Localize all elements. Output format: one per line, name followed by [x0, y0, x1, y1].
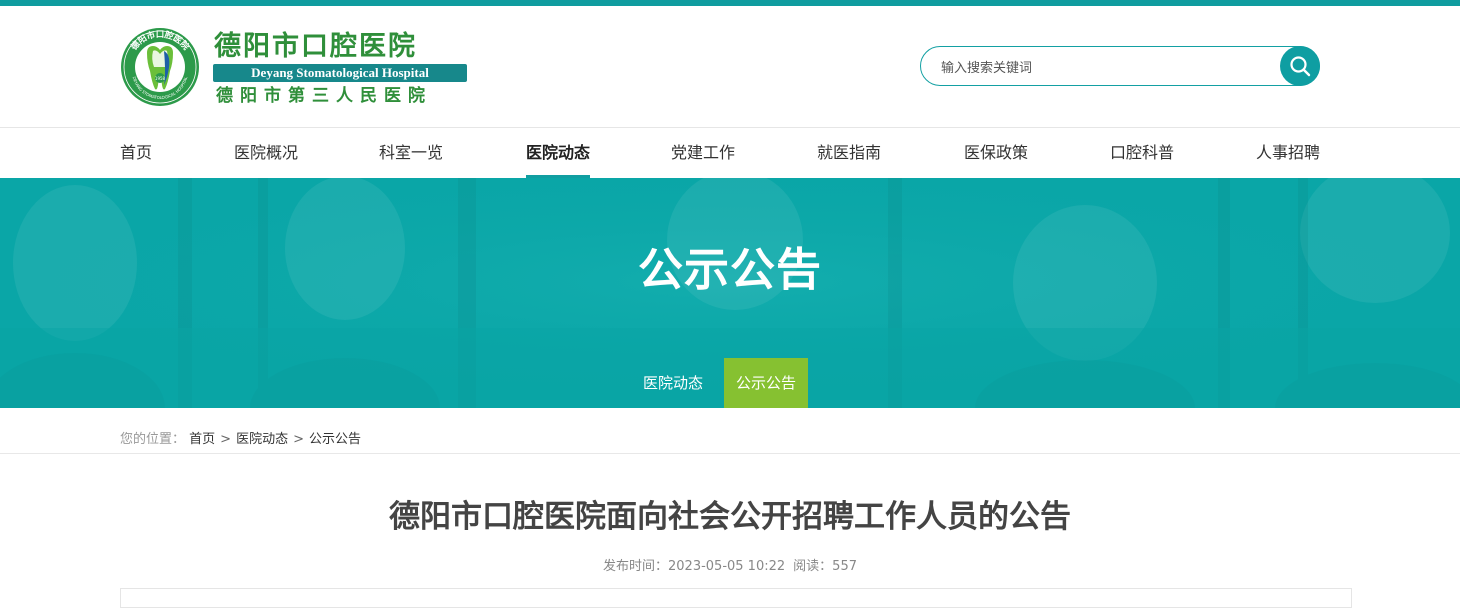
views-count: 557 — [832, 559, 857, 574]
breadcrumb-home[interactable]: 首页 — [189, 432, 215, 447]
article-content-box — [120, 588, 1352, 608]
nav-item-hospital-news[interactable]: 医院动态 — [526, 128, 591, 178]
nav-item-oral-science[interactable]: 口腔科普 — [1110, 128, 1174, 178]
nav-item-departments[interactable]: 科室一览 — [379, 128, 443, 178]
breadcrumb-separator: > — [293, 432, 304, 447]
publish-time-label: 发布时间： — [602, 559, 668, 574]
breadcrumb-announcements[interactable]: 公示公告 — [309, 432, 361, 447]
logo-english-name: Deyang Stomatological Hospital — [213, 64, 467, 82]
breadcrumb: 您的位置： 首页 > 医院动态 > 公示公告 — [120, 432, 361, 448]
nav-item-recruitment[interactable]: 人事招聘 — [1256, 128, 1320, 178]
nav-item-insurance-policy[interactable]: 医保政策 — [964, 128, 1028, 178]
nav-item-party-building[interactable]: 党建工作 — [671, 128, 735, 178]
views-label: 阅读： — [793, 559, 833, 574]
article-meta: 发布时间：2023-05-05 10:22 阅读：557 — [0, 558, 1460, 576]
nav-item-home[interactable]: 首页 — [120, 128, 152, 178]
hospital-logo-icon[interactable]: 德阳市口腔医院 DEYANG STOMATOLOGICAL HOSPITAL 1… — [120, 27, 200, 107]
breadcrumb-separator: > — [220, 432, 232, 447]
breadcrumb-bar: 您的位置： 首页 > 医院动态 > 公示公告 — [0, 408, 1460, 454]
logo-subtitle: 德阳市第三人民医院 — [216, 86, 432, 106]
subtab-announcements[interactable]: 公示公告 — [724, 358, 808, 408]
subtab-hospital-news[interactable]: 医院动态 — [632, 358, 714, 408]
page-banner: 公示公告 医院动态 公示公告 — [0, 178, 1460, 408]
publish-time: 2023-05-05 10:22 — [668, 559, 786, 574]
search-input[interactable] — [939, 56, 1273, 80]
article-title: 德阳市口腔医院面向社会公开招聘工作人员的公告 — [389, 499, 1071, 535]
site-header: 德阳市口腔医院 DEYANG STOMATOLOGICAL HOSPITAL 1… — [0, 6, 1460, 127]
banner-title: 公示公告 — [637, 243, 822, 296]
search-box — [920, 46, 1320, 86]
logo-center-text: 1958 — [155, 76, 166, 81]
breadcrumb-hospital-news[interactable]: 医院动态 — [236, 432, 288, 447]
logo-chinese-name[interactable]: 德阳市口腔医院 — [214, 32, 417, 62]
nav-item-hospital-overview[interactable]: 医院概况 — [234, 128, 298, 178]
nav-item-medical-guide[interactable]: 就医指南 — [817, 128, 881, 178]
search-button[interactable] — [1280, 46, 1320, 86]
main-nav: 首页 医院概况 科室一览 医院动态 党建工作 就医指南 医保政策 口腔科普 人事… — [0, 127, 1460, 178]
breadcrumb-label: 您的位置： — [120, 432, 186, 447]
search-icon — [1290, 56, 1311, 77]
